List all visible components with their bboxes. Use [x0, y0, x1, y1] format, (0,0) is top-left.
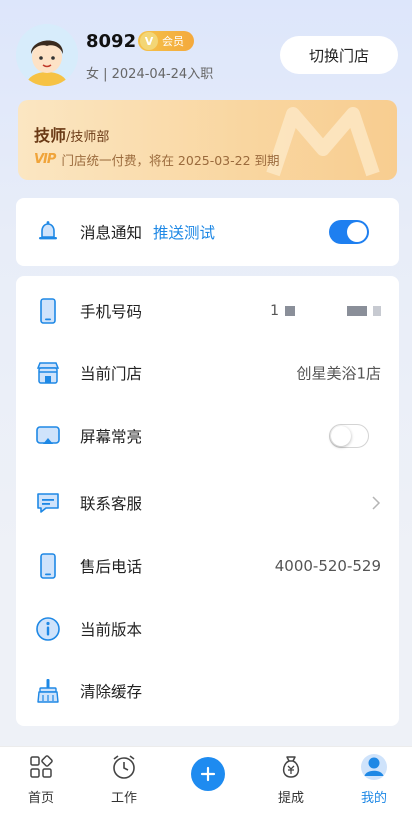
username: 8092	[86, 31, 137, 52]
push-test-link[interactable]: 推送测试	[153, 221, 215, 243]
member-badge: V 会员	[138, 31, 194, 51]
list-item-screen: 屏幕常亮	[16, 405, 399, 467]
tab-home-label: 首页	[27, 791, 54, 806]
plus-icon	[200, 766, 216, 782]
screen-toggle[interactable]	[329, 424, 369, 448]
mask-block	[347, 306, 367, 316]
vip-desc-row: VIP 门店统一付费，将在 2025-03-22 到期	[34, 150, 280, 169]
notification-card: 消息通知 推送测试	[16, 198, 399, 266]
vip-role: 技师/技师部	[34, 122, 109, 146]
service-label: 联系客服	[80, 495, 143, 513]
money-bag-icon	[282, 756, 300, 778]
phone-icon	[40, 553, 56, 579]
tab-withdraw[interactable]: 提成	[256, 747, 326, 822]
profile-header: 8092 V 会员 女 | 2024-04-24入职 切换门店	[0, 0, 412, 100]
phone-value: 1	[270, 303, 381, 319]
mask-block	[373, 306, 381, 316]
list-item-store[interactable]: 当前门店 创星美浴1店	[16, 342, 399, 404]
notification-toggle[interactable]	[329, 220, 369, 244]
aftersale-label: 售后电话	[80, 558, 143, 576]
tab-mine-label: 我的	[360, 791, 387, 806]
store-value: 创星美浴1店	[296, 364, 381, 383]
chat-icon	[37, 493, 59, 513]
profile-meta: 女 | 2024-04-24入职	[86, 67, 214, 82]
role-label: 技师	[34, 126, 67, 145]
tab-bar: 首页 工作 提成 我的	[0, 746, 412, 822]
store-label: 当前门店	[80, 365, 143, 383]
phone-value-prefix: 1	[270, 303, 279, 319]
vip-logo-icon: VIP	[34, 152, 56, 167]
list-item-cache[interactable]: 清除缓存	[16, 660, 399, 722]
member-badge-label: 会员	[162, 35, 184, 48]
notification-row: 消息通知 推送测试	[16, 201, 399, 263]
settings-list: 手机号码 1 当前门店 创星美浴1店 屏幕常亮 联系客服 售后电话 4000-5…	[16, 276, 399, 726]
switch-store-button[interactable]: 切换门店	[280, 36, 398, 74]
chevron-right-icon	[372, 496, 381, 510]
tab-work-label: 工作	[110, 791, 137, 806]
mask-block	[285, 306, 295, 316]
broom-icon	[37, 679, 59, 703]
add-button[interactable]	[191, 757, 225, 791]
list-item-service[interactable]: 联系客服	[16, 472, 399, 534]
user-icon	[361, 754, 387, 780]
list-item-version[interactable]: 当前版本	[16, 598, 399, 660]
grid-icon	[30, 755, 53, 778]
version-label: 当前版本	[80, 621, 143, 639]
vip-watermark-icon	[266, 107, 380, 177]
store-icon	[36, 362, 60, 384]
phone-label: 手机号码	[80, 303, 143, 321]
tab-home[interactable]: 首页	[6, 747, 76, 822]
phone-icon	[40, 298, 56, 324]
vip-expiry-text: 门店统一付费，将在 2025-03-22 到期	[61, 153, 280, 168]
screen-label: 屏幕常亮	[80, 428, 143, 446]
vip-v-icon: V	[140, 32, 158, 50]
avatar[interactable]	[16, 24, 78, 86]
cache-label: 清除缓存	[80, 683, 143, 701]
alarm-clock-icon	[113, 755, 135, 779]
tab-mine[interactable]: 我的	[339, 747, 409, 822]
dept-label: /技师部	[66, 130, 110, 145]
list-item-phone[interactable]: 手机号码 1	[16, 280, 399, 342]
tab-withdraw-label: 提成	[277, 791, 304, 806]
notification-label: 消息通知	[80, 224, 143, 242]
vip-card[interactable]: 技师/技师部 VIP 门店统一付费，将在 2025-03-22 到期	[18, 100, 397, 180]
aftersale-value: 4000-520-529	[274, 557, 381, 575]
list-item-aftersale[interactable]: 售后电话 4000-520-529	[16, 535, 399, 597]
screen-icon	[36, 426, 60, 444]
bell-icon	[39, 221, 57, 240]
info-icon	[36, 617, 60, 641]
tab-work[interactable]: 工作	[89, 747, 159, 822]
